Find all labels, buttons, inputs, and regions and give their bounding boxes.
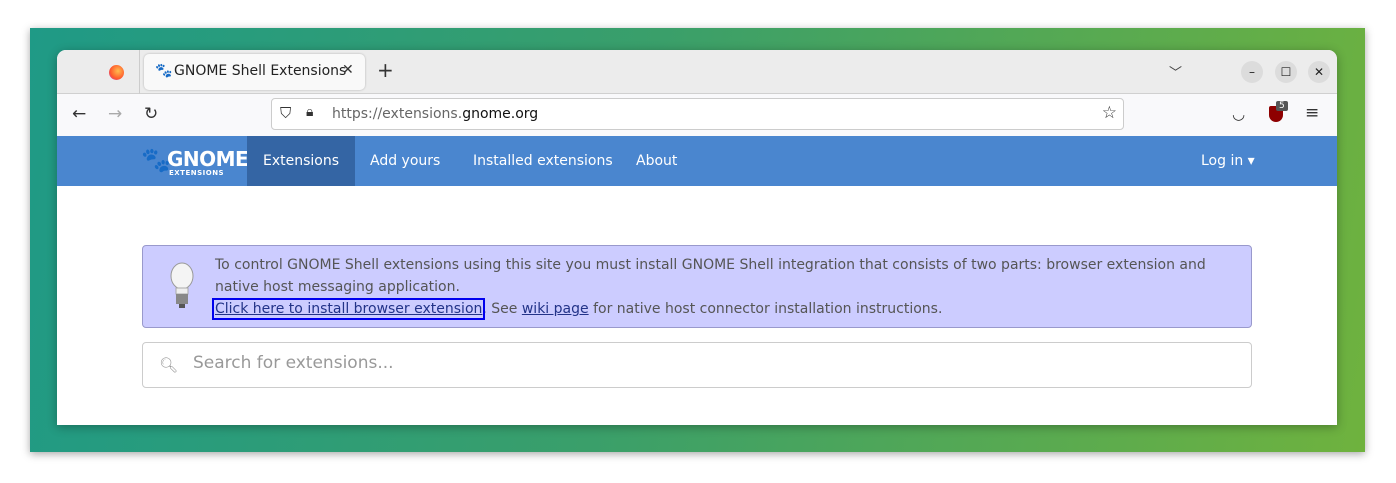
shield-icon[interactable]: ⛉ xyxy=(280,104,291,122)
logo-text: GNOME xyxy=(167,147,249,171)
nav-toolbar: ← → ↻ ⛉ 🔒︎ https://extensions.gnome.org … xyxy=(57,94,1337,136)
alert-text: To control GNOME Shell extensions using … xyxy=(215,257,1206,295)
close-window-button[interactable]: ✕ xyxy=(1308,61,1330,83)
firefox-icon[interactable] xyxy=(109,65,124,80)
maximize-button[interactable]: ☐ xyxy=(1275,61,1297,83)
minimize-button[interactable]: – xyxy=(1241,61,1263,83)
url-bar[interactable]: ⛉ 🔒︎ https://extensions.gnome.org ☆ xyxy=(271,98,1124,130)
tab-bar: 🐾 GNOME Shell Extensions ✕ + ﹀ – ☐ ✕ xyxy=(57,50,1337,94)
url-text[interactable]: https://extensions.gnome.org xyxy=(332,106,538,122)
lock-icon[interactable]: 🔒︎ xyxy=(306,104,313,120)
bookmark-star-icon[interactable]: ☆ xyxy=(1102,103,1117,123)
tab-title: GNOME Shell Extensions xyxy=(174,63,347,79)
ublock-badge: 5 xyxy=(1276,101,1288,111)
nav-installed-extensions[interactable]: Installed extensions xyxy=(457,136,629,186)
gnome-foot-icon: 🐾 xyxy=(155,63,173,79)
login-dropdown[interactable]: Log in ▾ xyxy=(1185,136,1271,186)
site-nav: 🐾 GNOME EXTENSIONS Extensions Add yours … xyxy=(57,136,1337,186)
tab-gnome-extensions[interactable]: 🐾 GNOME Shell Extensions ✕ xyxy=(144,54,365,90)
url-domain: gnome.org xyxy=(462,106,539,122)
menu-icon[interactable]: ≡ xyxy=(1305,103,1319,123)
divider xyxy=(139,50,140,94)
logo-subtext: EXTENSIONS xyxy=(169,169,225,177)
new-tab-button[interactable]: + xyxy=(377,58,394,82)
install-extension-link[interactable]: Click here to install browser extension xyxy=(211,298,486,320)
wiki-page-link[interactable]: wiki page xyxy=(522,301,589,317)
search-input[interactable] xyxy=(193,353,1193,373)
alert-text: . See xyxy=(482,301,522,317)
search-icon: 🔍︎ xyxy=(159,356,179,374)
nav-extensions[interactable]: Extensions xyxy=(247,136,356,186)
integration-alert: To control GNOME Shell extensions using … xyxy=(142,245,1252,328)
alert-text: for native host connector installation i… xyxy=(588,301,943,317)
pocket-icon[interactable]: ◡ xyxy=(1232,105,1245,123)
browser-window: 🐾 GNOME Shell Extensions ✕ + ﹀ – ☐ ✕ ← →… xyxy=(57,50,1337,425)
list-tabs-chevron-icon[interactable]: ﹀ xyxy=(1169,62,1182,81)
search-box: 🔍︎ xyxy=(142,342,1252,388)
forward-button[interactable]: → xyxy=(108,104,122,124)
nav-about[interactable]: About xyxy=(620,136,693,186)
url-prefix: https://extensions. xyxy=(332,106,463,122)
reload-button[interactable]: ↻ xyxy=(144,104,158,124)
lightbulb-icon xyxy=(170,262,194,308)
nav-add-yours[interactable]: Add yours xyxy=(354,136,456,186)
close-tab-icon[interactable]: ✕ xyxy=(342,62,354,78)
back-button[interactable]: ← xyxy=(72,104,86,124)
